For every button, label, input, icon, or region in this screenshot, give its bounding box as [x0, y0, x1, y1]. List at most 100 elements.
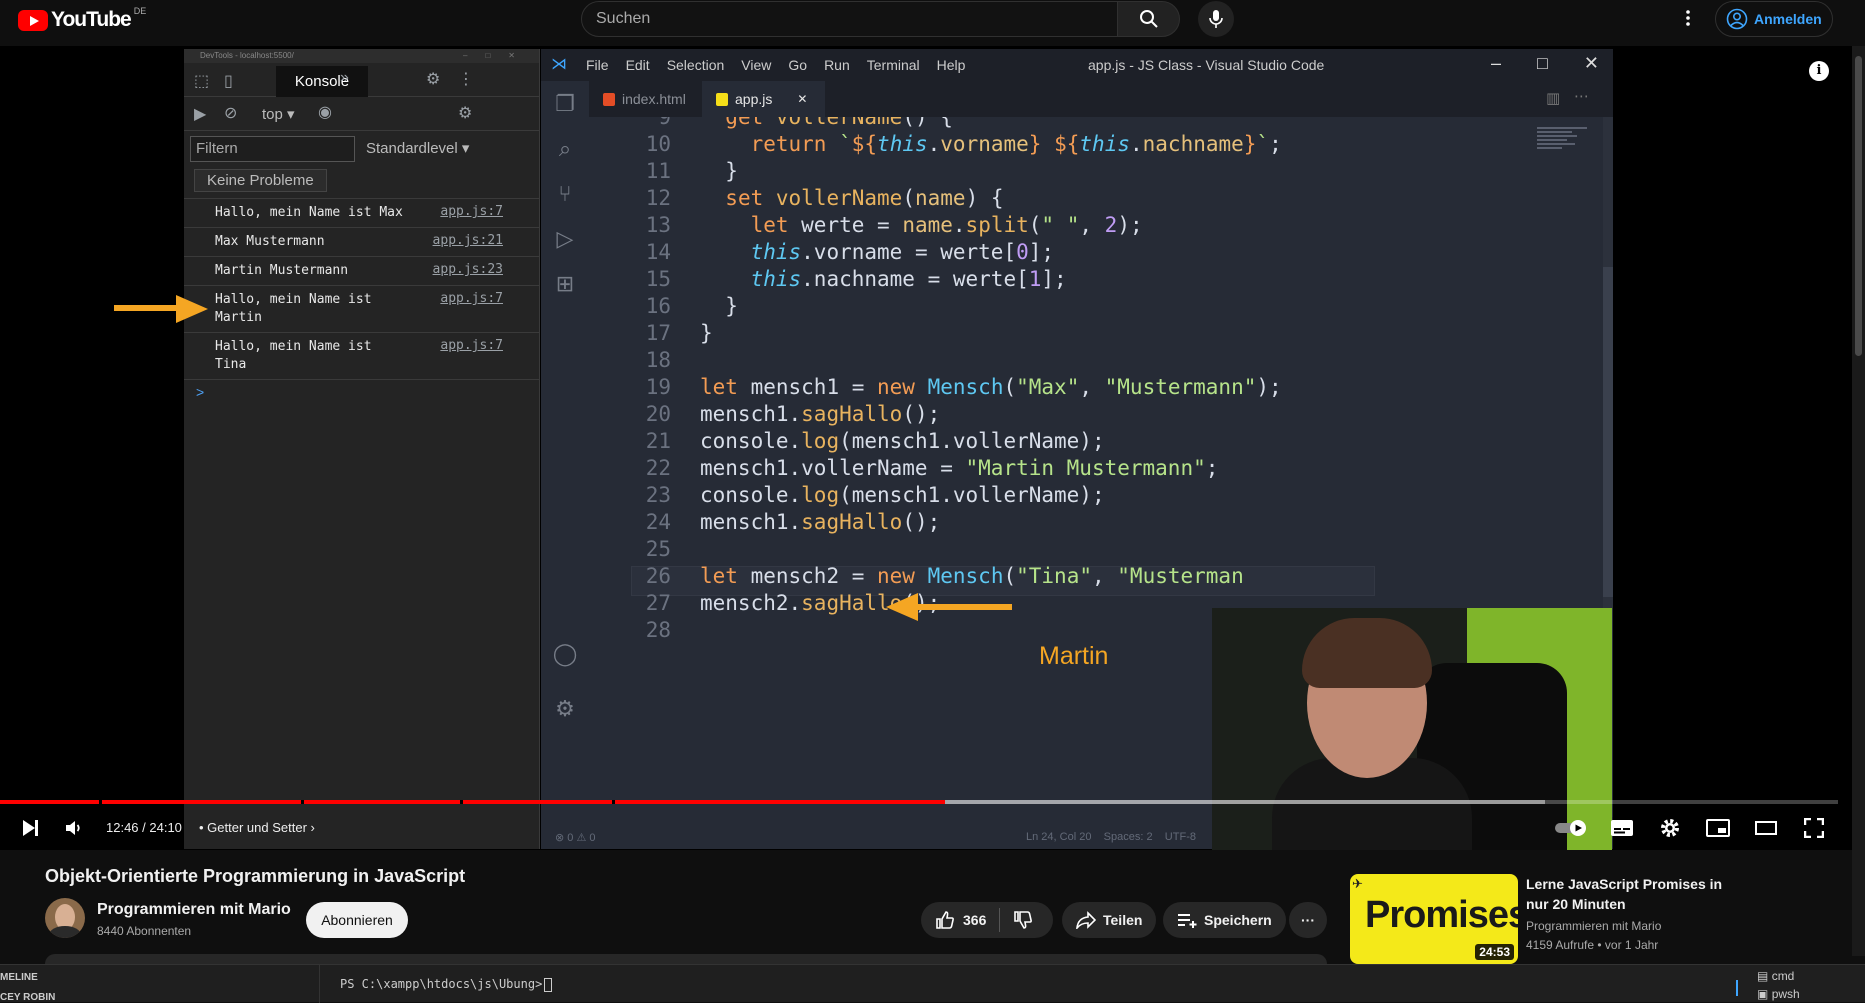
log-message: Hallo, mein Name ist Martin: [215, 292, 372, 325]
clear-console-icon: ⊘: [224, 105, 238, 122]
youtube-logo[interactable]: YouTube DE: [18, 6, 146, 32]
page-scrollbar[interactable]: [1852, 46, 1865, 956]
video-progress-bar[interactable]: [0, 800, 1838, 804]
console-log-entry: Martin Mustermann app.js:23: [184, 257, 539, 286]
devtools-panel: DevTools - localhost:5500/ –□✕ ⬚ ▯ Konso…: [184, 49, 540, 849]
vscode-menu: File Edit Selection View Go Run Terminal…: [586, 57, 965, 73]
youtube-logo-text: YouTube: [51, 8, 132, 31]
line-number: 28: [645, 618, 671, 642]
console-prompt: >: [196, 384, 205, 400]
shell-item-pwsh[interactable]: ▣ pwsh: [1757, 985, 1800, 1003]
like-button[interactable]: 366: [935, 910, 986, 930]
microphone-icon: [1209, 10, 1223, 28]
more-vertical-icon: [1686, 10, 1690, 26]
log-message: Martin Mustermann: [215, 263, 349, 278]
fullscreen-button[interactable]: [1800, 814, 1828, 842]
source-control-icon: ⑂: [558, 181, 572, 206]
thumbs-down-icon: [1014, 911, 1033, 929]
terminal-prompt[interactable]: PS C:\xampp\htdocs\js\Ubung>: [340, 977, 553, 992]
save-button[interactable]: Speichern: [1163, 902, 1286, 938]
run-debug-icon: ▷: [556, 226, 574, 251]
next-button[interactable]: [16, 814, 44, 842]
annotation-label: Martin: [1039, 642, 1109, 670]
share-button[interactable]: Teilen: [1062, 902, 1157, 938]
thumbs-up-icon: [936, 911, 954, 929]
search-icon: [1139, 10, 1158, 28]
vscode-logo-icon: ⋊: [551, 56, 567, 73]
more-vertical-icon: ⋮: [458, 71, 474, 88]
time-display: 12:46 / 24:10: [106, 820, 182, 835]
vscode-titlebar: ⋊ File Edit Selection View Go Run Termin…: [541, 49, 1613, 81]
shell-item-cmd[interactable]: ▤ cmd: [1757, 967, 1800, 985]
subtitles-button[interactable]: [1608, 814, 1636, 842]
console-log-entry: Hallo, mein Name ist Max app.js:7: [184, 199, 539, 228]
menu-go: Go: [788, 57, 808, 73]
chapter-label: Getter und Setter: [207, 820, 307, 835]
more-horizontal-icon: ···: [1301, 912, 1315, 928]
eye-icon: ◉: [318, 104, 332, 121]
terminal-cursor: [544, 977, 553, 992]
avatar-shoulders: [49, 926, 81, 938]
console-settings-icon: ⚙: [458, 105, 473, 122]
subscribe-button[interactable]: Abonnieren: [306, 902, 408, 938]
autoplay-toggle[interactable]: [1554, 814, 1590, 842]
voice-search-button[interactable]: [1198, 1, 1234, 37]
search-button[interactable]: [1117, 1, 1180, 37]
miniplayer-icon: [1706, 819, 1730, 837]
subtitles-icon: [1611, 820, 1633, 836]
shell-label: pwsh: [1771, 987, 1800, 1001]
video-player[interactable]: DevTools - localhost:5500/ –□✕ ⬚ ▯ Konso…: [0, 46, 1852, 850]
devtools-window-controls: –□✕: [463, 51, 533, 60]
recommended-video-title[interactable]: Lerne JavaScript Promises in nur 20 Minu…: [1526, 874, 1726, 914]
log-message: Hallo, mein Name ist Tina: [215, 339, 372, 372]
tab-label: index.html: [622, 91, 686, 107]
devtools-console-toolbar: ▶ ⊘ top ▾ ◉ ⚙: [184, 97, 539, 131]
volume-button[interactable]: [60, 814, 88, 842]
channel-name[interactable]: Programmieren mit Mario: [97, 901, 291, 919]
avatar[interactable]: [45, 898, 85, 938]
chapter-title[interactable]: • Getter und Setter ›: [199, 820, 315, 835]
more-actions-button[interactable]: ···: [1289, 902, 1327, 938]
thumbnail-text: Promises: [1365, 894, 1518, 936]
search-icon: ⌕: [558, 136, 572, 161]
share-label: Teilen: [1103, 912, 1143, 928]
menu-file: File: [586, 57, 609, 73]
settings-menu-button[interactable]: [1676, 6, 1700, 30]
info-icon[interactable]: i: [1809, 61, 1829, 81]
description-box[interactable]: [45, 954, 1327, 964]
like-count: 366: [963, 912, 987, 928]
dislike-button[interactable]: [1013, 910, 1033, 930]
miniplayer-button[interactable]: [1704, 814, 1732, 842]
page-scrollbar-thumb[interactable]: [1855, 56, 1862, 356]
theater-mode-icon: [1755, 821, 1777, 835]
recommended-video-thumbnail[interactable]: Promises 24:53: [1350, 874, 1518, 964]
subscriber-count: 8440 Abonnenten: [97, 924, 192, 938]
signin-button[interactable]: Anmelden: [1715, 1, 1833, 37]
theater-mode-button[interactable]: [1752, 814, 1780, 842]
chapter-gap: [612, 800, 616, 804]
devtools-tabbar: ⬚ ▯ Konsole » ⚙ ⋮: [184, 63, 539, 97]
search-input[interactable]: Suchen: [581, 1, 1118, 37]
vscode-editor-tabs: index.html app.js ✕ ▥ ⋯: [589, 81, 1613, 117]
recommended-video-channel[interactable]: Programmieren mit Mario: [1526, 919, 1661, 933]
terminal-shell-list: ▤ cmd ▣ pwsh: [1757, 967, 1800, 1003]
settings-button[interactable]: [1656, 814, 1684, 842]
maximize-icon: □: [1537, 53, 1548, 73]
log-level-label: Standardlevel: [366, 140, 458, 157]
annotation-arrow-icon: [886, 593, 1012, 621]
menu-edit: Edit: [625, 57, 650, 73]
log-message: Hallo, mein Name ist Max: [215, 205, 403, 220]
console-log-list: Hallo, mein Name ist Max app.js:7 Max Mus…: [184, 199, 539, 400]
menu-terminal: Terminal: [866, 57, 920, 73]
close-icon: ✕: [1583, 53, 1599, 73]
like-dislike-group: 366: [921, 902, 1053, 938]
issues-badge: Keine Probleme: [194, 169, 327, 192]
terminal-icon: ▤: [1757, 969, 1769, 983]
log-level-selector: Standardlevel ▾: [366, 140, 470, 157]
signin-label: Anmelden: [1754, 11, 1822, 27]
devtools-titlebar: DevTools - localhost:5500/ –□✕: [184, 49, 539, 63]
recommended-video-meta: 4159 Aufrufe • vor 1 Jahr: [1526, 938, 1659, 952]
html-file-icon: [603, 92, 615, 106]
chapter-gap: [301, 800, 305, 804]
console-log-entry: Hallo, mein Name ist Tina app.js:7: [184, 333, 539, 380]
